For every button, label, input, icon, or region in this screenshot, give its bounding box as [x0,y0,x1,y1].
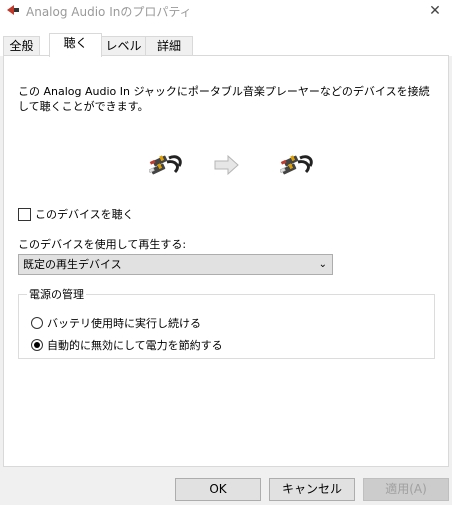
listen-checkbox-row[interactable]: このデバイスを聴く [18,206,134,222]
radio-battery[interactable] [31,317,43,329]
rca-cable-icon [149,155,182,175]
tab-advanced[interactable]: 詳細 [145,36,193,56]
radio-auto-label: 自動的に無効にして電力を節約する [47,339,223,352]
cancel-button[interactable]: キャンセル [269,478,355,501]
connection-diagram [4,152,450,182]
chevron-down-icon: ⌄ [318,259,327,270]
listen-panel: この Analog Audio In ジャックにポータブル音楽プレーヤーなどのデ… [3,55,449,467]
radio-battery-row[interactable]: バッテリ使用時に実行し続ける [31,315,201,331]
close-button[interactable]: ✕ [418,0,452,22]
audio-jack-icon [7,5,19,15]
playback-device-select[interactable]: 既定の再生デバイス ⌄ [18,254,333,275]
apply-button[interactable]: 適用(A) [363,478,449,501]
power-group-title: 電源の管理 [27,286,86,302]
ok-button[interactable]: OK [175,478,261,501]
properties-dialog: Analog Audio Inのプロパティ ✕ 全般 聴く レベル 詳細 この … [0,0,452,505]
playback-device-value: 既定の再生デバイス [23,258,122,271]
tab-general[interactable]: 全般 [3,36,40,56]
rca-cable-icon [280,155,313,175]
listen-checkbox-label: このデバイスを聴く [35,208,134,221]
close-icon: ✕ [429,3,441,19]
listen-checkbox[interactable] [18,207,31,221]
radio-auto[interactable] [31,339,43,351]
tab-levels[interactable]: レベル [101,36,146,56]
playback-label: このデバイスを使用して再生する: [18,238,187,251]
right-arrow-icon [214,155,239,175]
listen-description: この Analog Audio In ジャックにポータブル音楽プレーヤーなどのデ… [18,85,430,113]
window-title: Analog Audio Inのプロパティ [26,5,192,19]
title-bar: Analog Audio Inのプロパティ ✕ [0,0,452,22]
radio-auto-row[interactable]: 自動的に無効にして電力を節約する [31,337,223,353]
power-management-group: 電源の管理 バッテリ使用時に実行し続ける 自動的に無効にして電力を節約する [18,286,435,359]
radio-battery-label: バッテリ使用時に実行し続ける [47,317,201,330]
tab-listen[interactable]: 聴く [49,33,102,57]
tab-strip: 全般 聴く レベル 詳細 [0,22,452,57]
